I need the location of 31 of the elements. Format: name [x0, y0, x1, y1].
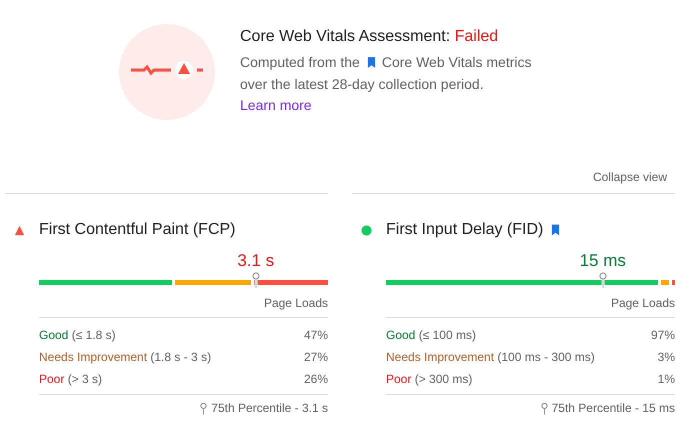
distribution-bar-segment [672, 280, 675, 285]
category-label: Needs Improvement (100 ms - 300 ms) [386, 349, 595, 366]
metric-value: 15 ms [580, 250, 626, 272]
percentile-label: 75th Percentile - 3.1 s [211, 401, 328, 415]
assessment-description: over the latest 28-day collection period. [240, 75, 485, 94]
category-label: Good (≤ 1.8 s) [39, 327, 116, 344]
collapse-view-link[interactable]: Collapse view [592, 168, 667, 186]
percent-value: 3% [658, 349, 675, 366]
category-label: Good (≤ 100 ms) [386, 327, 476, 344]
category-label: Needs Improvement (1.8 s - 3 s) [39, 349, 212, 366]
percentile-label: 75th Percentile - 15 ms [552, 401, 675, 415]
percent-value: 97% [650, 327, 675, 344]
percent-value: 26% [304, 371, 328, 388]
bookmark-icon [366, 56, 376, 68]
distribution-bar-segment [660, 280, 670, 285]
column-header: Page Loads [39, 285, 328, 318]
percent-value: 1% [658, 371, 675, 388]
column-header: Page Loads [386, 285, 675, 318]
pin-icon [200, 402, 208, 414]
percent-value: 47% [304, 327, 328, 344]
assessment-title: Core Web Vitals Assessment: Failed [240, 27, 500, 47]
metric-title: First Input Delay (FID) [386, 221, 544, 239]
category-label: Poor (> 300 ms) [386, 371, 472, 388]
assessment-description: Core Web Vitals metrics [382, 53, 532, 72]
pin-icon [540, 402, 548, 414]
metric-value: 3.1 s [237, 250, 274, 272]
metric-title: First Contentful Paint (FCP) [39, 221, 236, 239]
percent-value: 27% [304, 349, 328, 366]
assessment-description: Computed from the [240, 53, 360, 72]
learn-more-link[interactable]: Learn more [240, 95, 312, 115]
category-label: Poor (> 3 s) [39, 371, 102, 388]
